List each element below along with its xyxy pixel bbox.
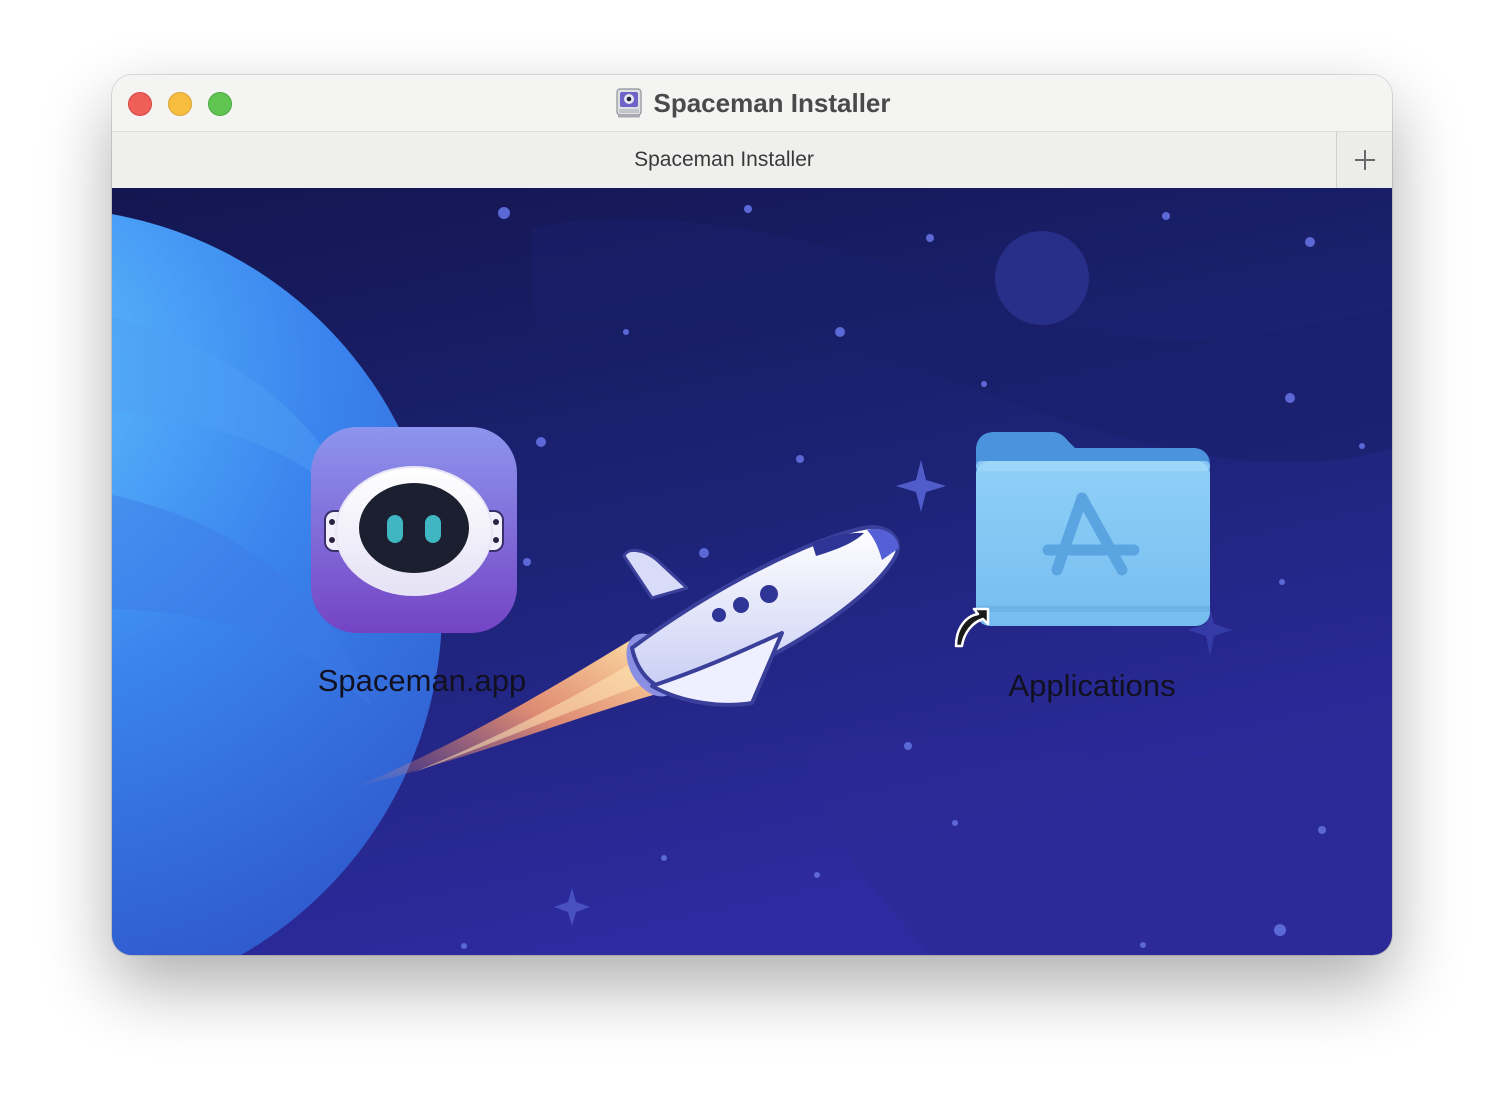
disk-image-icon xyxy=(615,88,642,118)
tab-bar: Spaceman Installer xyxy=(112,131,1392,188)
spaceman-app-label: Spaceman.app xyxy=(317,663,527,698)
installer-background: Spaceman.app Applications xyxy=(112,188,1392,955)
tab-spaceman-installer[interactable]: Spaceman Installer xyxy=(112,132,1336,188)
title-bar[interactable]: Spaceman Installer xyxy=(112,75,1392,131)
new-tab-button[interactable] xyxy=(1336,132,1392,188)
plus-icon xyxy=(1354,150,1375,170)
spaceman-app-item[interactable]: Spaceman.app xyxy=(292,423,552,723)
alias-arrow-icon xyxy=(954,607,990,648)
applications-folder-icon xyxy=(976,432,1210,626)
installer-window: Spaceman Installer Spaceman Installer Sp… xyxy=(112,75,1392,955)
applications-folder-item[interactable]: Applications xyxy=(954,428,1222,728)
spaceman-app-icon xyxy=(311,427,517,633)
window-title: Spaceman Installer xyxy=(653,87,891,118)
applications-label: Applications xyxy=(1008,668,1176,703)
window-title-group: Spaceman Installer xyxy=(112,75,1392,131)
